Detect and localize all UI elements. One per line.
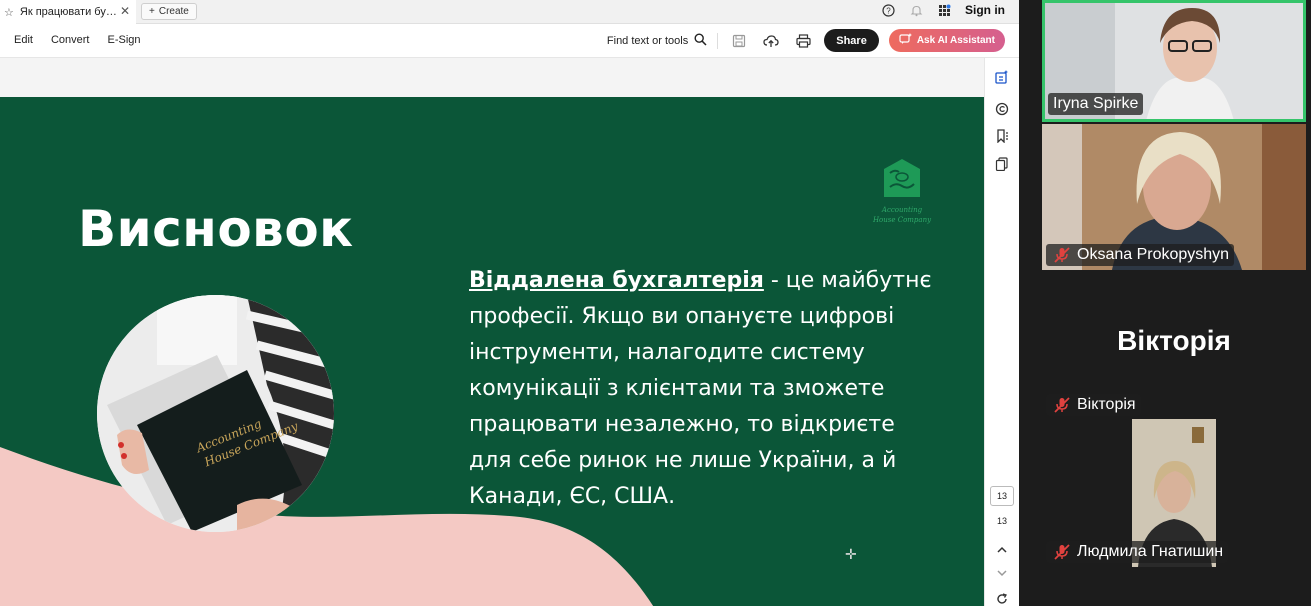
tab-bar: ☆ Як працювати бухгал... ✕ + Create ? Si… <box>0 0 1019 24</box>
participant-name-4: Людмила Гнатишин <box>1077 543 1224 560</box>
toolbar-tools: Find text or tools Share Ask AI Assistan… <box>607 29 1005 52</box>
menu-esign[interactable]: E-Sign <box>108 34 141 46</box>
menu-convert[interactable]: Convert <box>51 34 90 46</box>
slide-line-4: комунікації з клієнтами та зможете <box>469 376 885 401</box>
participant-tile-3[interactable]: Вікторія <box>1042 384 1306 416</box>
bookmark-icon[interactable] <box>994 128 1010 144</box>
video-panel: Iryna Spirke Oksana Prokopyshyn Вікторія <box>1019 0 1311 606</box>
tab-document[interactable]: ☆ Як працювати бухгал... ✕ <box>0 0 136 24</box>
header-actions: ? Sign in <box>881 3 1005 17</box>
menu-bar: Edit Convert E-Sign <box>14 34 141 46</box>
participant-name-tag-1: Iryna Spirke <box>1048 93 1144 115</box>
upload-cloud-icon[interactable] <box>760 30 782 52</box>
bell-icon[interactable] <box>909 3 923 17</box>
participant-tile-2[interactable]: Oksana Prokopyshyn <box>1042 124 1306 270</box>
participant-name-2: Oksana Prokopyshyn <box>1077 246 1230 263</box>
apps-icon[interactable] <box>937 3 951 17</box>
slide-line-1: - це майбутнє <box>763 268 932 293</box>
slide-body-text: Віддалена бухгалтерія - це майбутнє проф… <box>469 263 939 515</box>
document-canvas[interactable]: Висновок Accounting House Company Віддал… <box>0 58 984 606</box>
microphone-muted-icon <box>1051 396 1073 414</box>
comment-edit-icon[interactable] <box>994 69 1010 85</box>
toolbar-divider <box>717 32 719 49</box>
chevron-down-icon[interactable] <box>994 565 1010 581</box>
participant-avatar-name-3: Вікторія <box>1117 325 1231 356</box>
slide-line-5: працювати незалежно, то відкриєте <box>469 412 895 437</box>
page-total: 13 <box>996 516 1007 526</box>
refresh-icon[interactable] <box>994 591 1010 606</box>
annotation-icon[interactable] <box>994 101 1010 117</box>
logo-text-line1: Accounting <box>881 206 923 214</box>
screen: ☆ Як працювати бухгал... ✕ + Create ? Si… <box>0 0 1311 606</box>
logo-text-line2: House Company <box>872 216 932 224</box>
slide-page: Висновок Accounting House Company Віддал… <box>0 97 984 606</box>
close-icon[interactable]: ✕ <box>120 4 130 18</box>
microphone-muted-icon <box>1051 246 1073 264</box>
tab-title: Як працювати бухгал... <box>19 6 120 18</box>
star-icon[interactable]: ☆ <box>4 6 14 19</box>
slide-line-3: інструменти, налагодите систему <box>469 340 865 365</box>
chevron-up-icon[interactable] <box>994 542 1010 558</box>
participant-name-tag-4: Людмила Гнатишин <box>1046 541 1229 563</box>
page-number-input[interactable]: 13 <box>990 486 1014 506</box>
svg-text:?: ? <box>886 6 891 15</box>
create-label: Create <box>158 6 189 17</box>
participant-name-1: Iryna Spirke <box>1053 95 1139 112</box>
folder-photo: Accounting House Company <box>97 295 334 532</box>
participant-name-tag-3: Вікторія <box>1046 394 1141 416</box>
participant-tile-4[interactable]: Людмила Гнатишин <box>1042 419 1306 567</box>
create-button[interactable]: + Create <box>141 3 197 20</box>
participant-tile-1[interactable]: Iryna Spirke <box>1042 0 1306 122</box>
slide-line-2: професії. Якщо ви опануєте цифрові <box>469 304 895 329</box>
ai-assistant-label: Ask AI Assistant <box>916 35 995 46</box>
find-label: Find text or tools <box>606 34 689 47</box>
slide-line-7: Канади, ЄС, США. <box>469 484 676 509</box>
share-button[interactable]: Share <box>824 29 879 52</box>
ai-assistant-icon <box>899 33 912 48</box>
participant-name-3: Вікторія <box>1077 396 1136 413</box>
company-logo: Accounting House Company <box>872 157 932 224</box>
participant-name-tag-2: Oksana Prokopyshyn <box>1046 244 1235 266</box>
ai-assistant-button[interactable]: Ask AI Assistant <box>888 29 1005 52</box>
crosshair-cursor-icon: ✛ <box>845 546 857 562</box>
search-icon <box>694 32 707 49</box>
slide-line-6: для себе ринок не лише України, а й <box>469 448 897 473</box>
find-tools[interactable]: Find text or tools <box>606 32 707 49</box>
pdf-viewer: ☆ Як працювати бухгал... ✕ + Create ? Si… <box>0 0 1019 606</box>
plus-icon: + <box>149 6 155 17</box>
sign-in-link[interactable]: Sign in <box>965 3 1005 17</box>
microphone-muted-icon <box>1051 543 1073 561</box>
copy-pages-icon[interactable] <box>994 156 1010 172</box>
menu-edit[interactable]: Edit <box>14 34 33 46</box>
help-icon[interactable]: ? <box>881 3 895 17</box>
logo-house-icon <box>884 159 920 197</box>
right-tool-rail: 13 13 <box>984 58 1019 606</box>
main-toolbar: Edit Convert E-Sign Find text or tools S… <box>0 24 1019 58</box>
save-icon[interactable] <box>728 30 750 52</box>
remote-accounting-highlight: Віддалена бухгалтерія <box>469 268 764 293</box>
slide-title: Висновок <box>78 200 354 258</box>
print-icon[interactable] <box>792 30 814 52</box>
